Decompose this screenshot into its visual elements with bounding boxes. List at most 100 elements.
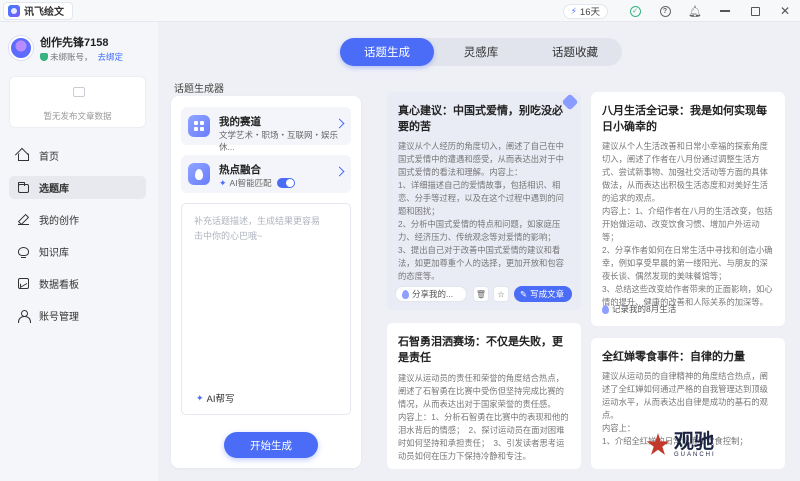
sparkle-icon: ✦ [219, 177, 227, 188]
empty-text: 暂无发布文章数据 [43, 111, 112, 121]
sidebar: 创作先锋7158 未绑账号， 去绑定 暂无发布文章数据 首页 选题库 我的创作 … [0, 22, 158, 481]
sidebar-item-dashboard[interactable]: 数据看板 [9, 272, 146, 295]
sidebar-item-home[interactable]: 首页 [9, 144, 146, 167]
sidebar-item-account[interactable]: 账号管理 [9, 304, 146, 327]
days-label: 16天 [579, 7, 600, 18]
watermark-text: 观驰 [674, 431, 714, 453]
flame-icon [602, 304, 609, 314]
card-body: 建议从个人经历的角度切入，阐述了自己在中国式爱情中的遭遇和感受，从而表达出对于中… [398, 140, 570, 283]
sidebar-item-label: 知识库 [39, 248, 69, 259]
card-body: 建议从运动员的责任和荣誉的角度结合热点，阐述了石智勇在比赛中受伤但坚持完成比赛的… [398, 372, 570, 463]
star-logo-icon [646, 433, 670, 455]
sidebar-item-creations[interactable]: 我的创作 [9, 208, 146, 231]
favorite-button[interactable]: ☆ [493, 286, 509, 302]
card-paragraph: 建议从运动员的责任和荣誉的角度结合热点，阐述了石智勇在比赛中受伤但坚持完成比赛的… [398, 373, 564, 409]
card-paragraph: 内容上：1、分析石智勇在比赛中的表现和他的泪水背后的情感； 2、探讨运动员在面对… [398, 412, 569, 461]
ai-match-toggle[interactable] [276, 178, 295, 188]
sidebar-item-label: 我的创作 [39, 216, 79, 227]
check-icon[interactable]: ✓ [620, 0, 650, 22]
days-badge[interactable]: ⚡ 16天 [562, 3, 608, 19]
grid-icon [188, 115, 210, 137]
title-bar: 讯飞绘文 ⚡ 16天 ✓ ? 🔔︎ ✕ [0, 0, 800, 22]
write-article-button[interactable]: ✎ 写成文章 [514, 286, 572, 302]
bind-status: 未绑账号， [50, 52, 93, 62]
card-title: 真心建议：中国式爱情，别吃没必要的苦 [398, 105, 563, 133]
folder-icon [18, 182, 29, 193]
inbox-icon [73, 87, 85, 97]
maximize-icon[interactable] [740, 0, 770, 22]
chevron-right-icon [334, 166, 345, 177]
minimize-icon[interactable] [710, 0, 740, 22]
pen-icon: ✎ [520, 288, 528, 299]
flame-icon [402, 289, 409, 299]
lightning-icon: ⚡ [570, 5, 577, 16]
close-icon[interactable]: ✕ [770, 0, 800, 22]
topic-tag-label: 记录我的8月生活 [612, 304, 677, 314]
home-icon [18, 153, 29, 161]
sidebar-nav: 首页 选题库 我的创作 知识库 数据看板 账号管理 [9, 144, 146, 336]
card-paragraph: 建议从个人经历的角度切入，阐述了自己在中国式爱情中的遭遇和感受，从而表达出对于中… [398, 141, 564, 177]
sidebar-item-topics[interactable]: 选题库 [9, 176, 146, 199]
card-body: 建议从个人生活改善和日常小幸福的探索角度切入，阐述了作者在八月份通过调整生活方式… [602, 140, 774, 309]
card-paragraph: 1、详细描述自己的爱情故事，包括相识、相恋、分手等过程，以及在这个过程中遇到的问… [398, 180, 564, 216]
article-data-card: 暂无发布文章数据 [9, 76, 146, 128]
watermark-subtext: GUANCHI [674, 452, 716, 458]
trash-icon: 🗑︎ [475, 289, 487, 299]
chart-icon [18, 278, 29, 289]
main-content: 话题生成 灵感库 话题收藏 话题生成器 我的赛道 文学艺术・职场・互联网・娱乐休… [158, 22, 800, 481]
tab-favorites[interactable]: 话题收藏 [528, 38, 622, 66]
topic-card[interactable]: 八月生活全记录：我是如何实现每日小确幸的 建议从个人生活改善和日常小幸福的探索角… [591, 92, 785, 326]
card-title: 全红婵零食事件：自律的力量 [602, 351, 745, 363]
user-profile[interactable]: 创作先锋7158 未绑账号， 去绑定 [9, 36, 123, 63]
topic-tag[interactable]: 分享我的... [395, 286, 467, 302]
hot-subtitle: AI智能匹配 [229, 178, 272, 188]
app-name: 讯飞绘文 [24, 7, 64, 18]
card-title: 石智勇泪洒赛场：不仅是失败，更是责任 [398, 336, 563, 364]
hot-title: 热点融合 [219, 164, 261, 176]
app-tab[interactable]: 讯飞绘文 [4, 2, 72, 19]
topic-description-input[interactable]: 补充话题描述，生成结果更容易击中你的心巴哦~ ✦ AI帮写 [181, 203, 351, 415]
tab-topic-generate[interactable]: 话题生成 [340, 38, 434, 66]
sidebar-item-label: 选题库 [39, 184, 69, 195]
notification-icon[interactable]: 🔔︎ [680, 0, 710, 22]
star-icon: ☆ [497, 289, 505, 299]
avatar[interactable] [9, 36, 33, 60]
track-title: 我的赛道 [219, 116, 261, 128]
card-paragraph: 建议从运动员的自律精神的角度结合热点，阐述了全红婵如何通过严格的自我管理达到顶级… [602, 371, 768, 420]
card-paragraph: 建议从个人生活改善和日常小幸福的探索角度切入，阐述了作者在八月份通过调整生活方式… [602, 141, 768, 203]
pen-icon [18, 214, 29, 225]
sidebar-item-label: 首页 [39, 152, 59, 163]
section-title: 话题生成器 [174, 84, 224, 95]
app-logo-icon [8, 4, 20, 17]
sidebar-item-label: 数据看板 [39, 280, 79, 291]
track-selector[interactable]: 我的赛道 文学艺术・职场・互联网・娱乐休... [181, 107, 351, 152]
card-paragraph: 2、分析中国式爱情的特点和问题，如家庭压力、经济压力、传统观念等对爱情的影响； [398, 219, 561, 242]
user-name: 创作先锋7158 [40, 37, 109, 49]
topic-card[interactable]: 真心建议：中国式爱情，别吃没必要的苦 建议从个人经历的角度切入，阐述了自己在中国… [387, 92, 581, 310]
tab-bar: 话题生成 灵感库 话题收藏 [340, 38, 622, 66]
card-paragraph: 内容上：1、介绍作者在八月的生活改变，包括开始做运动、改变饮食习惯、增加户外运动… [602, 206, 773, 242]
topic-tag-label: 分享我的... [412, 289, 454, 299]
watermark: 观驰 GUANCHI [646, 432, 716, 458]
hot-fusion-row[interactable]: 热点融合 ✦ AI智能匹配 [181, 155, 351, 193]
bulb-icon [18, 247, 29, 259]
topic-description-placeholder: 补充话题描述，生成结果更容易击中你的心巴哦~ [194, 216, 321, 241]
delete-button[interactable]: 🗑︎ [473, 286, 489, 302]
bind-link[interactable]: 去绑定 [98, 51, 124, 63]
flame-icon [188, 163, 210, 185]
sidebar-item-label: 账号管理 [39, 312, 79, 323]
start-generate-button[interactable]: 开始生成 [224, 432, 318, 458]
card-paragraph: 3、提出自己对于改善中国式爱情的建议和看法，如更加尊重个人的选择，更加开放和包容… [398, 245, 564, 281]
ai-help-label: AI帮写 [206, 394, 235, 405]
topic-generator-panel: 我的赛道 文学艺术・职场・互联网・娱乐休... 热点融合 ✦ AI智能匹配 补充… [171, 96, 361, 468]
help-icon[interactable]: ? [650, 0, 680, 22]
card-title: 八月生活全记录：我是如何实现每日小确幸的 [602, 105, 767, 133]
tab-inspiration[interactable]: 灵感库 [434, 38, 528, 66]
write-article-label: 写成文章 [530, 289, 565, 299]
ai-help-button[interactable]: ✦ AI帮写 [196, 391, 235, 406]
topic-tag[interactable]: 记录我的8月生活 [602, 301, 682, 317]
user-icon [18, 310, 31, 323]
sidebar-item-knowledge[interactable]: 知识库 [9, 240, 146, 263]
sparkle-icon: ✦ [196, 392, 204, 403]
topic-card[interactable]: 石智勇泪洒赛场：不仅是失败，更是责任 建议从运动员的责任和荣誉的角度结合热点，阐… [387, 323, 581, 469]
